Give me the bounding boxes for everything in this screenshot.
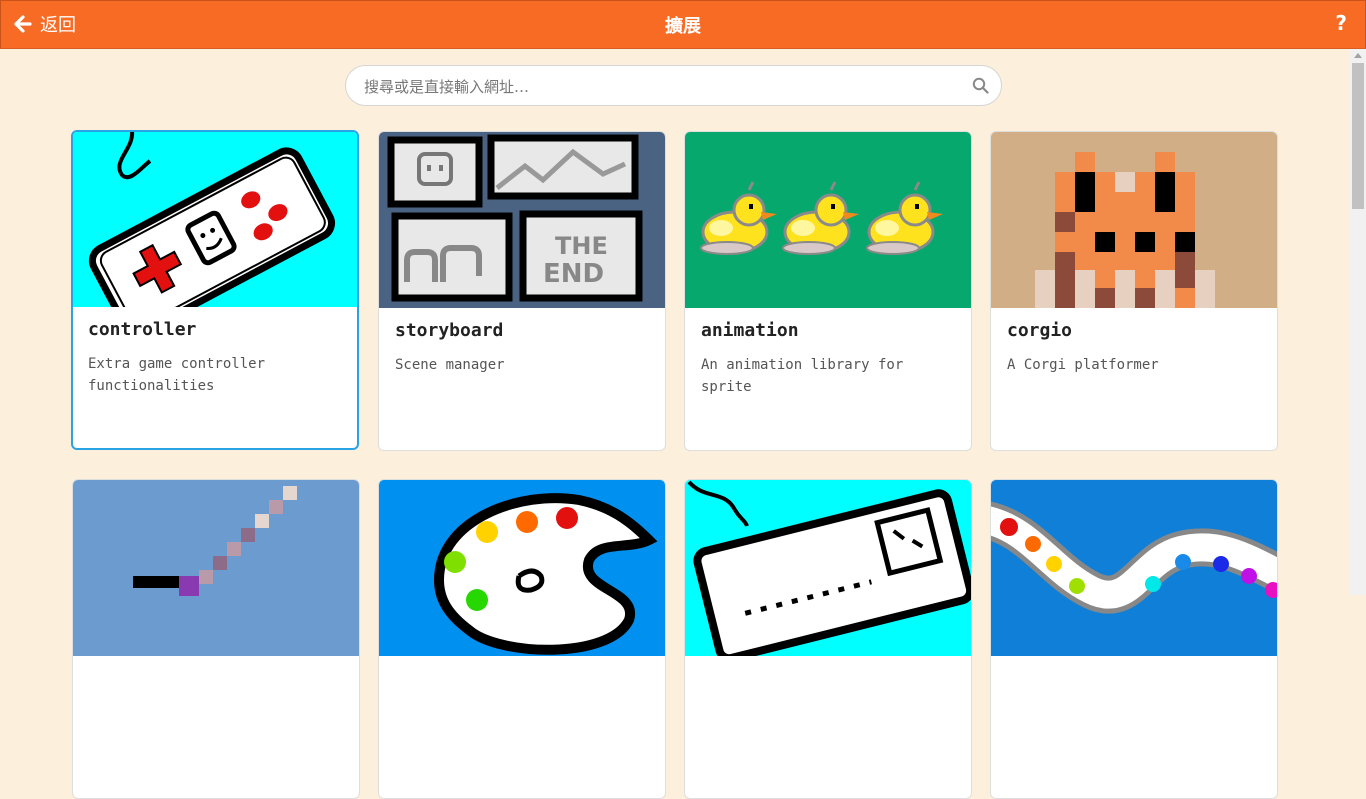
extension-card-keyboard[interactable]: [684, 479, 972, 799]
extension-description: Scene manager: [395, 357, 505, 373]
extension-card-controller[interactable]: controller Extra game controller functio…: [71, 130, 359, 450]
top-bar: 返回 擴展 ?: [0, 0, 1366, 49]
help-button[interactable]: ?: [1335, 11, 1347, 35]
extension-name: storyboard: [395, 320, 504, 341]
extension-card-palette[interactable]: [378, 479, 666, 799]
extension-card-color-track[interactable]: [990, 479, 1278, 799]
ducks-icon: [685, 132, 971, 308]
keyboard-icon: [685, 480, 971, 656]
extension-description: A Corgi platformer: [1007, 357, 1159, 373]
color-track-icon: [991, 480, 1277, 656]
extension-card-animation[interactable]: animation An animation library for sprit…: [684, 131, 972, 451]
svg-text:END: END: [543, 259, 604, 289]
scrollbar[interactable]: [1350, 49, 1366, 595]
extension-description: Extra game controller functionalities: [88, 356, 266, 394]
sword-icon: [73, 480, 359, 656]
extension-card-storyboard[interactable]: THE END storyboard Scene manager: [378, 131, 666, 451]
page-title: 擴展: [665, 16, 701, 37]
palette-icon: [379, 480, 665, 656]
scrollbar-thumb[interactable]: [1352, 63, 1364, 209]
storyboard-icon: THE END: [379, 132, 665, 308]
corgi-icon: [991, 132, 1277, 308]
search-input[interactable]: [362, 75, 966, 99]
extension-description: An animation library for sprite: [701, 357, 904, 395]
search-icon[interactable]: [972, 77, 989, 98]
gamepad-icon: [73, 132, 357, 307]
extension-name: corgio: [1007, 320, 1073, 341]
extension-card-sword[interactable]: [72, 479, 360, 799]
extension-name: controller: [88, 319, 197, 340]
scroll-up-arrow-icon[interactable]: [1354, 53, 1362, 58]
extension-card-corgio[interactable]: corgio A Corgi platformer: [990, 131, 1278, 451]
extension-name: animation: [701, 320, 799, 341]
svg-text:THE: THE: [555, 232, 608, 260]
search-box: [345, 65, 1002, 106]
